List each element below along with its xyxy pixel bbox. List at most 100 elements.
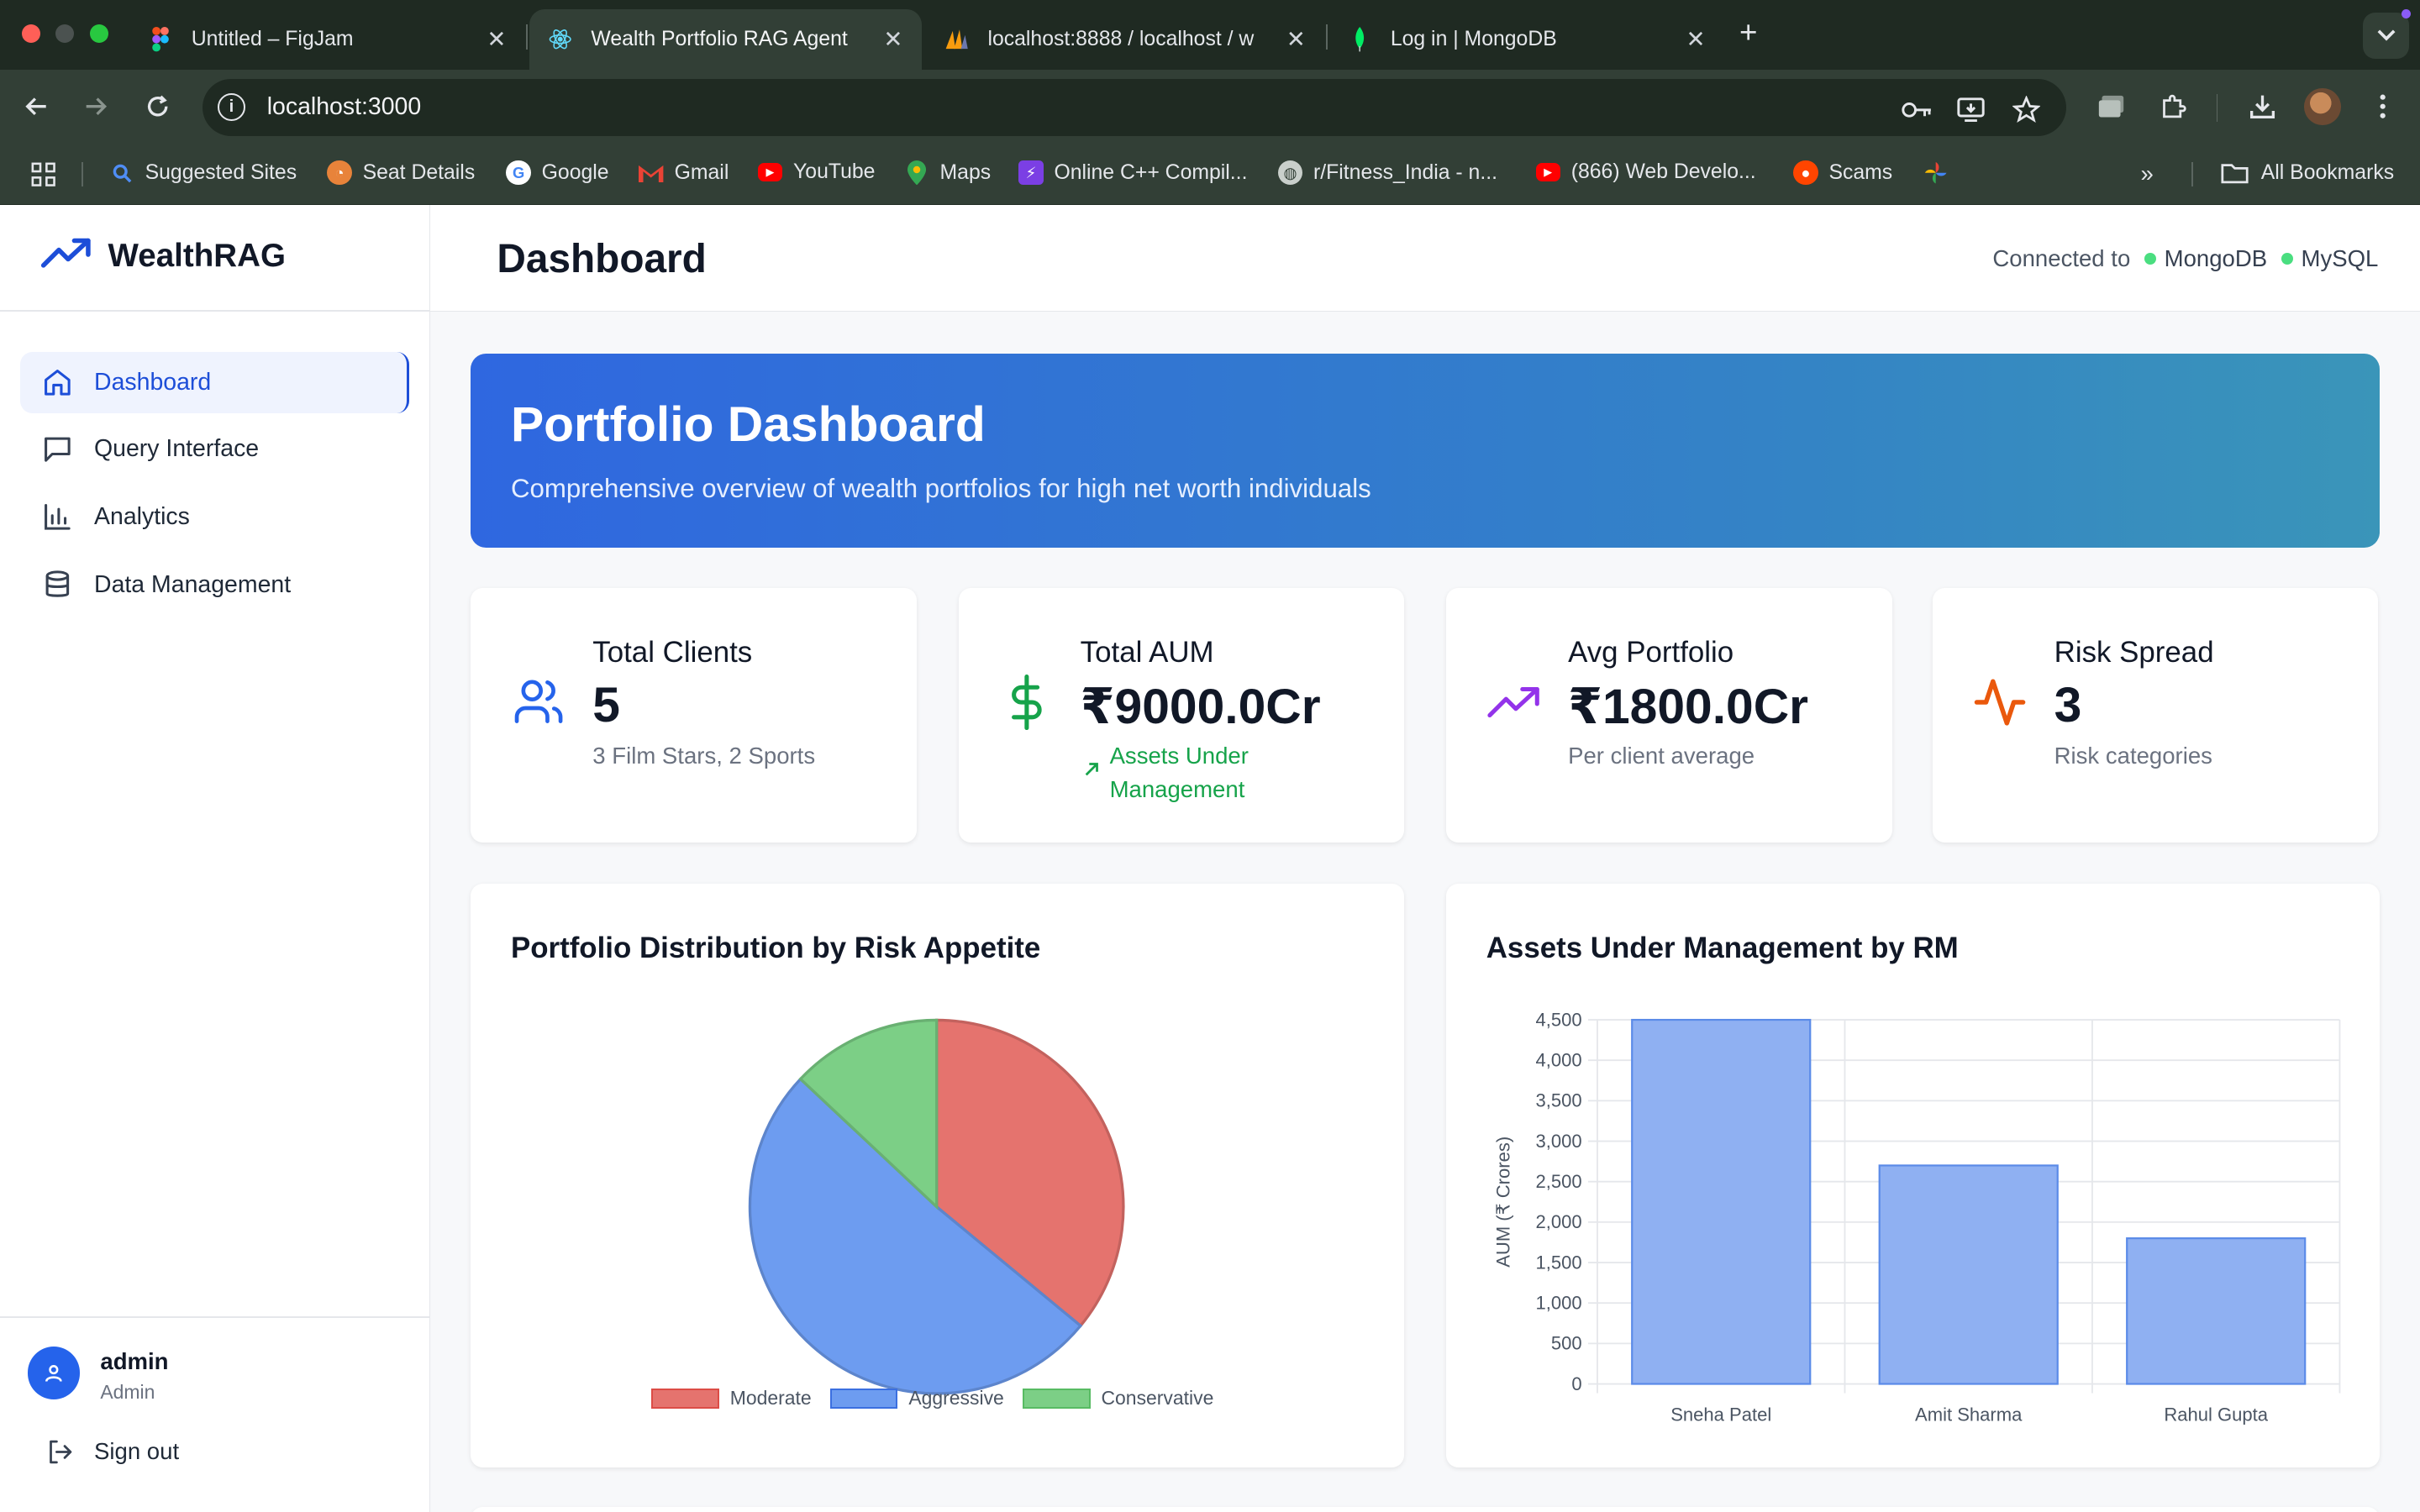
profile-avatar[interactable] bbox=[2304, 87, 2342, 125]
chart-title: Portfolio Distribution by Risk Appetite bbox=[510, 932, 1041, 965]
stat-subtext: 3 Film Stars, 2 Sports bbox=[592, 742, 816, 769]
downloads-icon[interactable] bbox=[2247, 91, 2278, 122]
close-tab-icon[interactable]: ✕ bbox=[1686, 26, 1705, 53]
close-tab-icon[interactable]: ✕ bbox=[1286, 26, 1306, 53]
brand-name: WealthRAG bbox=[108, 238, 286, 275]
legend-label[interactable]: Conservative bbox=[1101, 1387, 1213, 1410]
legend-label[interactable]: Aggressive bbox=[908, 1387, 1003, 1410]
y-tick-label: 4,500 bbox=[1535, 1009, 1581, 1030]
minimize-window-button[interactable] bbox=[55, 24, 75, 44]
stat-value: ₹9000.0Cr bbox=[1080, 680, 1321, 735]
install-app-icon[interactable] bbox=[1955, 94, 1986, 125]
user-role: Admin bbox=[100, 1380, 155, 1403]
bookmark-suggested-sites[interactable]: Suggested Sites bbox=[109, 160, 297, 185]
sidebar-item-label: Data Management bbox=[94, 570, 292, 598]
address-bar[interactable]: i localhost:3000 bbox=[202, 78, 2067, 136]
bookmark-maps[interactable]: Maps bbox=[904, 160, 991, 186]
x-tick-label: Amit Sharma bbox=[1915, 1404, 2023, 1425]
sidebar-item-query-interface[interactable]: Query Interface bbox=[20, 418, 409, 480]
bookmark-scams[interactable]: ● Scams bbox=[1793, 160, 1893, 186]
site-info-icon[interactable]: i bbox=[217, 93, 245, 122]
bar-amit-sharma[interactable] bbox=[1878, 1164, 2059, 1385]
bar-sneha-patel[interactable] bbox=[1631, 1018, 1812, 1385]
stat-card-total-aum: Total AUM ₹9000.0Cr Assets Under Managem… bbox=[958, 587, 1405, 843]
bar-rahul-gupta[interactable] bbox=[2126, 1237, 2307, 1385]
bookmark-label: (866) Web Develo... bbox=[1570, 160, 1756, 184]
status-dot-icon bbox=[2144, 252, 2157, 265]
gmail-icon bbox=[639, 160, 664, 185]
bookmark-youtube[interactable]: ▶ YouTube bbox=[757, 160, 875, 184]
bookmarks-bar: Suggested Sites ◔ Seat Details G Google … bbox=[0, 143, 2420, 206]
database-icon bbox=[40, 568, 74, 601]
sign-out-button[interactable]: Sign out bbox=[46, 1438, 179, 1466]
tab-title: Log in | MongoDB bbox=[1390, 27, 1557, 50]
close-tab-icon[interactable]: ✕ bbox=[883, 26, 902, 53]
browser-tab-bar: Untitled – FigJam ✕ Wealth Portfolio RAG… bbox=[0, 0, 2420, 70]
all-bookmarks-button[interactable]: All Bookmarks bbox=[2219, 160, 2394, 185]
password-key-icon[interactable] bbox=[1902, 94, 1933, 125]
sidebar-item-data-management[interactable]: Data Management bbox=[20, 554, 409, 615]
tab-wealth-portfolio[interactable]: Wealth Portfolio RAG Agent ✕ bbox=[529, 9, 922, 70]
extensions-puzzle-icon[interactable] bbox=[2158, 91, 2189, 122]
close-tab-icon[interactable]: ✕ bbox=[487, 26, 506, 53]
legend-swatch-aggressive bbox=[829, 1388, 898, 1409]
chart-legend: Moderate Aggressive Conservative bbox=[651, 1387, 1213, 1410]
bookmark-label: Google bbox=[541, 160, 609, 184]
sidebar-item-analytics[interactable]: Analytics bbox=[20, 486, 409, 548]
tab-phpmyadmin[interactable]: localhost:8888 / localhost / w ✕ bbox=[926, 9, 1324, 70]
stat-subtext: Per client average bbox=[1568, 742, 1755, 769]
forward-button[interactable] bbox=[77, 88, 114, 125]
tab-title: localhost:8888 / localhost / w bbox=[987, 27, 1255, 50]
sidebar-item-dashboard[interactable]: Dashboard bbox=[19, 351, 409, 414]
bookmark-google[interactable]: G Google bbox=[506, 160, 609, 186]
bookmark-photos[interactable] bbox=[1923, 160, 1959, 185]
bookmark-label: Scams bbox=[1828, 160, 1893, 184]
tab-groups-icon[interactable] bbox=[2096, 91, 2127, 122]
bookmark-star-icon[interactable] bbox=[2011, 94, 2042, 125]
close-window-button[interactable] bbox=[21, 24, 40, 44]
bookmark-separator bbox=[2191, 161, 2193, 187]
bookmark-gmail[interactable]: Gmail bbox=[639, 160, 729, 185]
stat-label: Total AUM bbox=[1080, 635, 1214, 669]
search-icon bbox=[109, 160, 134, 185]
tab-search-chevron-icon[interactable] bbox=[2362, 12, 2410, 59]
connected-label: Connected to bbox=[1992, 245, 2131, 272]
db-mongodb: MongoDB bbox=[2164, 245, 2268, 272]
divider bbox=[0, 310, 431, 312]
tab-figjam[interactable]: Untitled – FigJam ✕ bbox=[129, 9, 524, 70]
stat-label: Avg Portfolio bbox=[1568, 635, 1734, 669]
chart-title: Assets Under Management by RM bbox=[1486, 932, 1959, 965]
new-tab-button[interactable]: + bbox=[1739, 15, 1757, 50]
bookmark-fitness-india[interactable]: ◍ r/Fitness_India - n... bbox=[1277, 160, 1497, 186]
brand-logo[interactable]: WealthRAG bbox=[40, 236, 286, 276]
maximize-window-button[interactable] bbox=[89, 24, 108, 44]
stat-label: Risk Spread bbox=[2054, 635, 2214, 669]
y-tick-label: 3,500 bbox=[1535, 1090, 1581, 1111]
hero-title: Portfolio Dashboard bbox=[510, 397, 986, 453]
tab-title: Untitled – FigJam bbox=[191, 27, 354, 50]
connection-status: Connected to MongoDB MySQL bbox=[1992, 245, 2378, 272]
reload-button[interactable] bbox=[139, 88, 176, 125]
sidebar: WealthRAG Dashboard Query Interface Anal… bbox=[0, 205, 431, 1512]
y-tick-label: 4,000 bbox=[1535, 1050, 1581, 1071]
bookmark-seat-details[interactable]: ◔ Seat Details bbox=[327, 160, 475, 186]
more-bookmarks-chevron-icon[interactable]: » bbox=[2141, 160, 2154, 187]
bookmark-web-dev[interactable]: ▶ (866) Web Develo... bbox=[1535, 160, 1756, 184]
stat-label: Total Clients bbox=[592, 635, 753, 669]
seat-details-icon: ◔ bbox=[327, 160, 352, 186]
bookmark-label: Online C++ Compil... bbox=[1054, 160, 1248, 184]
pinwheel-icon bbox=[1923, 160, 1948, 185]
globe-icon: ◍ bbox=[1277, 160, 1303, 186]
back-button[interactable] bbox=[18, 88, 55, 125]
legend-label[interactable]: Moderate bbox=[730, 1387, 812, 1410]
divider bbox=[0, 1315, 431, 1318]
tab-mongodb[interactable]: Log in | MongoDB ✕ bbox=[1328, 9, 1723, 70]
pie-chart-card: Portfolio Distribution by Risk Appetite … bbox=[471, 884, 1405, 1467]
db-mysql: MySQL bbox=[2301, 245, 2379, 272]
profile-indicator-dot bbox=[2401, 9, 2411, 19]
more-menu-icon[interactable] bbox=[2367, 91, 2398, 122]
sidebar-item-label: Query Interface bbox=[94, 434, 260, 462]
apps-grid-icon[interactable] bbox=[31, 162, 55, 186]
avatar[interactable] bbox=[28, 1347, 81, 1399]
bookmark-online-cpp[interactable]: ⚡ Online C++ Compil... bbox=[1018, 160, 1248, 186]
